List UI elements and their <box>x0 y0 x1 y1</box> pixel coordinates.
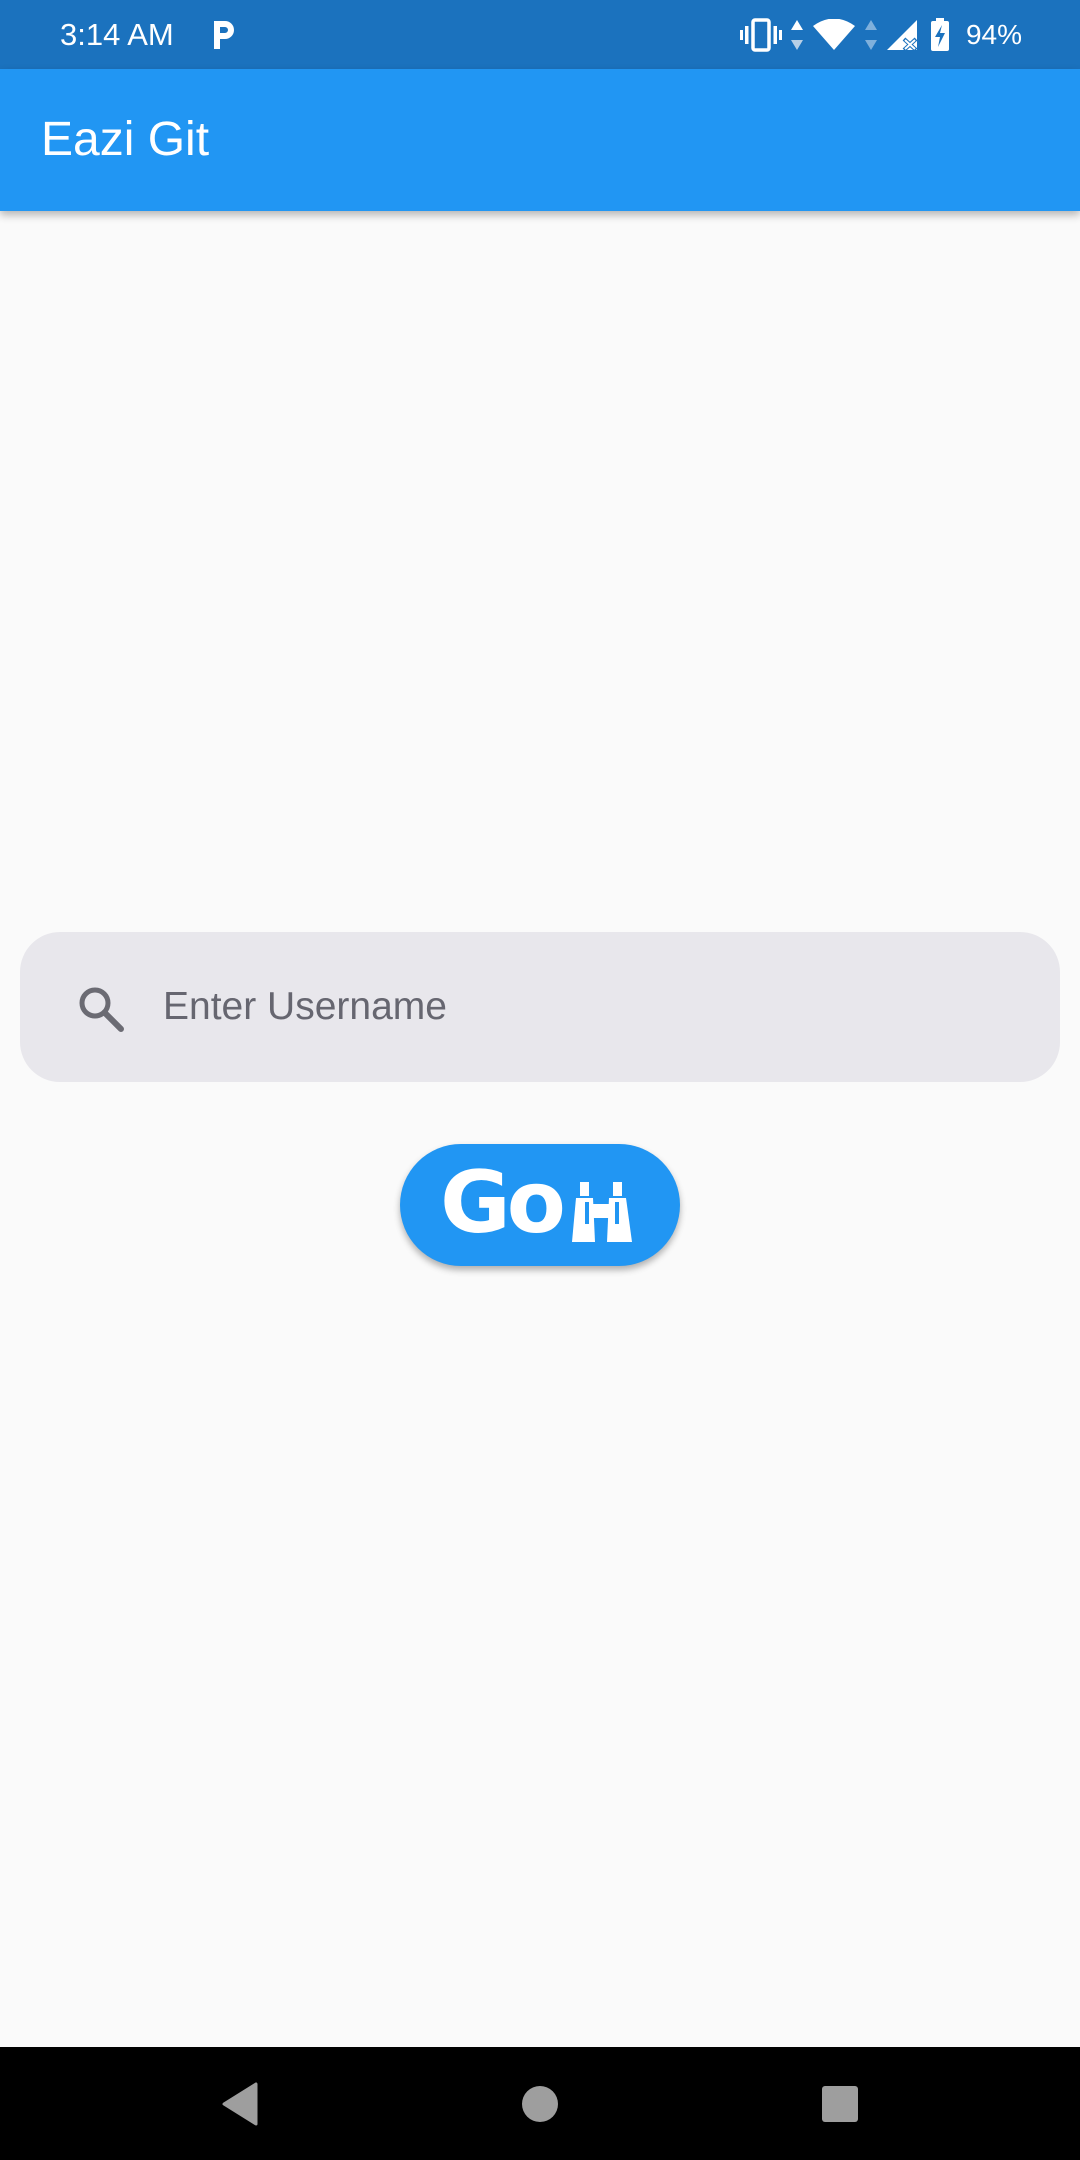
username-input[interactable] <box>163 932 1023 1082</box>
vibrate-icon <box>739 17 782 52</box>
app-title: Eazi Git <box>41 113 210 166</box>
status-time: 3:14 AM <box>60 17 174 52</box>
recents-square-icon <box>822 2085 858 2122</box>
status-bar: 3:14 AM 94% <box>0 0 1080 69</box>
home-circle-icon <box>522 2085 558 2122</box>
app-bar: Eazi Git <box>0 69 1080 211</box>
status-icons: 94% <box>739 0 1022 69</box>
back-triangle-icon <box>222 2082 258 2125</box>
parking-icon <box>214 21 234 49</box>
binoculars-icon <box>571 1182 632 1242</box>
nav-home-button[interactable] <box>480 2047 600 2160</box>
cellular-signal-icon <box>886 19 918 51</box>
search-icon <box>79 987 124 1032</box>
battery-charging-icon <box>930 17 949 51</box>
username-search-field[interactable] <box>20 932 1060 1082</box>
nav-back-button[interactable] <box>180 2047 300 2160</box>
data-arrows-icon <box>790 19 803 50</box>
battery-percentage: 94% <box>965 18 1022 50</box>
go-button[interactable]: Go <box>400 1144 680 1266</box>
go-button-label: Go <box>440 1153 566 1253</box>
wifi-arrows-icon <box>864 19 877 50</box>
navigation-bar <box>0 2047 1080 2160</box>
nav-recents-button[interactable] <box>780 2047 900 2160</box>
wifi-icon <box>812 18 855 50</box>
